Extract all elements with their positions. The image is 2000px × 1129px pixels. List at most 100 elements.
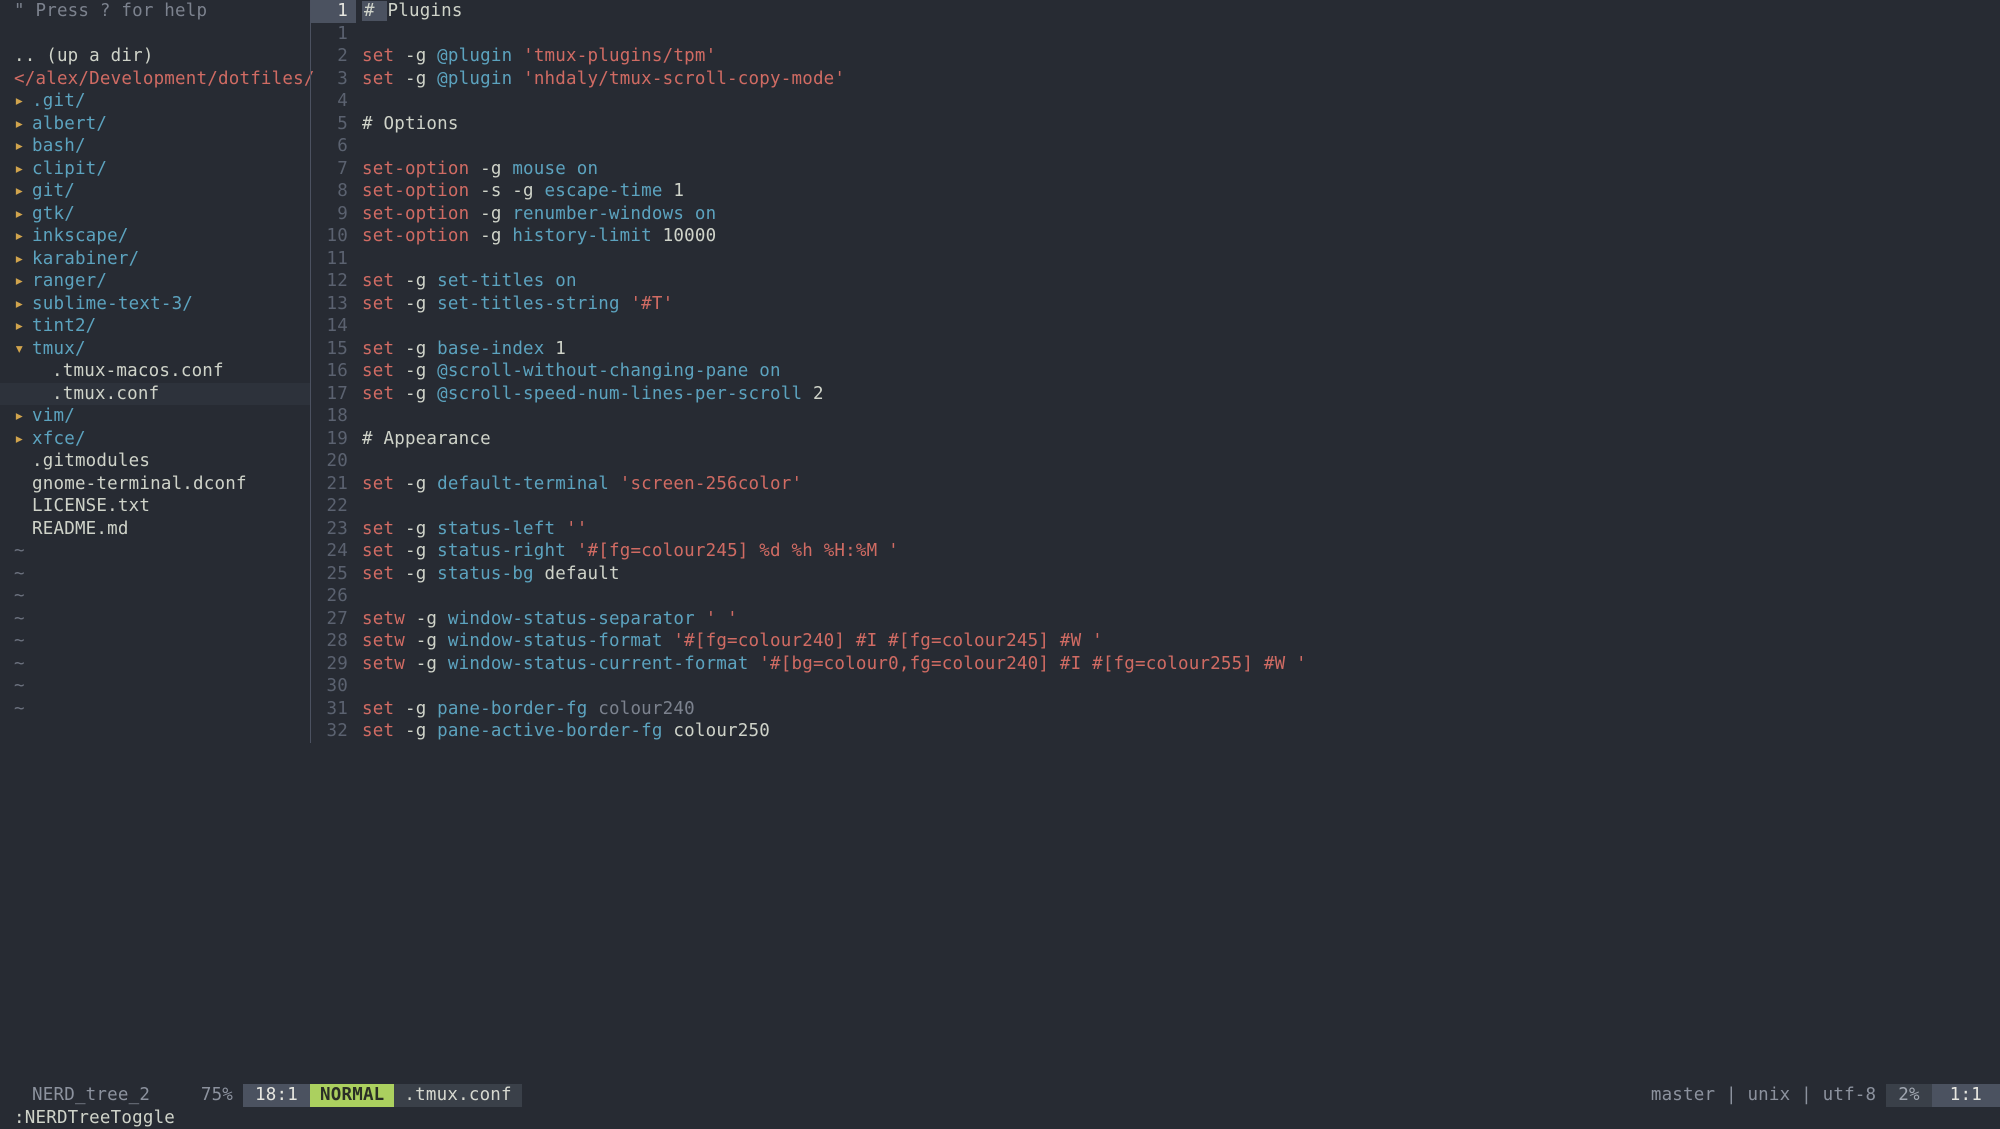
nerdtree-dir[interactable]: ▸vim/ [14, 405, 310, 428]
line-number: 12 [310, 270, 356, 293]
code-line[interactable]: 8set-option -s -g escape-time 1 [310, 180, 2000, 203]
line-number: 2 [310, 45, 356, 68]
line-number: 19 [310, 428, 356, 451]
caret-down-icon: ▾ [14, 338, 26, 361]
code-line[interactable]: 22 [310, 495, 2000, 518]
line-number: 9 [310, 203, 356, 226]
code-line[interactable]: 24set -g status-right '#[fg=colour245] %… [310, 540, 2000, 563]
line-content: set -g status-left '' [362, 518, 588, 541]
nerdtree-entry-name: .git/ [32, 91, 86, 111]
nerdtree-dir[interactable]: ▸tint2/ [14, 315, 310, 338]
code-line[interactable]: 7set-option -g mouse on [310, 158, 2000, 181]
nerdtree-root[interactable]: </alex/Development/dotfiles/ [14, 68, 310, 91]
line-number: 16 [310, 360, 356, 383]
line-number: 31 [310, 698, 356, 721]
line-content: set-option -g mouse on [362, 158, 598, 181]
line-content: set -g @scroll-without-changing-pane on [362, 360, 781, 383]
code-line[interactable]: 32 set -g pane-active-border-fg colour250 [310, 720, 2000, 743]
line-number: 27 [310, 608, 356, 631]
line-number: 24 [310, 540, 356, 563]
line-number: 17 [310, 383, 356, 406]
nerdtree-dir[interactable]: ▸clipit/ [14, 158, 310, 181]
code-line[interactable]: 10set-option -g history-limit 10000 [310, 225, 2000, 248]
line-content: set -g status-bg default [362, 563, 620, 586]
code-line[interactable]: 2set -g @plugin 'tmux-plugins/tpm' [310, 45, 2000, 68]
nerdtree-file[interactable]: ▸.gitmodules [14, 450, 310, 473]
nerdtree-entry-name: git/ [32, 181, 75, 201]
nerdtree-dir[interactable]: ▾tmux/ [14, 338, 310, 361]
line-number: 11 [310, 248, 356, 271]
nerdtree-sidebar[interactable]: " Press ? for help .. (up a dir) </alex/… [0, 0, 310, 1084]
nerdtree-entry-name: gnome-terminal.dconf [32, 474, 247, 494]
nerdtree-dir[interactable]: ▸albert/ [14, 113, 310, 136]
line-content: setw -g window-status-format '#[fg=colou… [362, 630, 1103, 653]
line-content: set-option -s -g escape-time 1 [362, 180, 684, 203]
code-line[interactable]: 1# Plugins [310, 0, 2000, 23]
code-body[interactable]: 1# Plugins12set -g @plugin 'tmux-plugins… [310, 0, 2000, 1084]
line-number: 20 [310, 450, 356, 473]
caret-right-icon: ▸ [14, 248, 26, 271]
code-line[interactable]: 20 [310, 450, 2000, 473]
caret-right-icon: ▸ [14, 428, 26, 451]
nerdtree-dir[interactable]: ▸inkscape/ [14, 225, 310, 248]
nerdtree-file[interactable]: ▸README.md [14, 518, 310, 541]
status-left-percent: 75% [201, 1084, 243, 1107]
nerdtree-dir[interactable]: ▸bash/ [14, 135, 310, 158]
line-content: set-option -g history-limit 10000 [362, 225, 716, 248]
code-line[interactable]: 23 set -g status-left '' [310, 518, 2000, 541]
nerdtree-entry-name: .tmux.conf [52, 384, 159, 404]
code-line[interactable]: 16 set -g @scroll-without-changing-pane o… [310, 360, 2000, 383]
caret-right-icon: ▸ [14, 113, 26, 136]
code-line[interactable]: 9set-option -g renumber-windows on [310, 203, 2000, 226]
caret-right-icon: ▸ [14, 225, 26, 248]
line-content: set -g set-titles on [362, 270, 577, 293]
line-number: 32 [310, 720, 356, 743]
line-number: 23 [310, 518, 356, 541]
code-line[interactable]: 6 [310, 135, 2000, 158]
code-line[interactable]: 18 [310, 405, 2000, 428]
code-line[interactable]: 1 [310, 23, 2000, 46]
nerdtree-file[interactable]: ▸gnome-terminal.dconf [14, 473, 310, 496]
nerdtree-dir[interactable]: ▸ranger/ [14, 270, 310, 293]
line-number: 4 [310, 90, 356, 113]
code-line[interactable]: 4 [310, 90, 2000, 113]
line-content: set -g set-titles-string '#T' [362, 293, 673, 316]
line-number: 6 [310, 135, 356, 158]
code-line[interactable]: 26 [310, 585, 2000, 608]
code-line[interactable]: 28 setw -g window-status-format '#[fg=col… [310, 630, 2000, 653]
code-line[interactable]: 13set -g set-titles-string '#T' [310, 293, 2000, 316]
caret-right-icon: ▸ [14, 158, 26, 181]
nerdtree-file[interactable]: ▸.tmux-macos.conf [14, 360, 310, 383]
nerdtree-file[interactable]: ▸LICENSE.txt [14, 495, 310, 518]
code-line[interactable]: 17set -g @scroll-speed-num-lines-per-scr… [310, 383, 2000, 406]
nerdtree-updir[interactable]: .. (up a dir) [14, 45, 310, 68]
nerdtree-dir[interactable]: ▸xfce/ [14, 428, 310, 451]
nerdtree-dir[interactable]: ▸.git/ [14, 90, 310, 113]
status-right: NORMAL .tmux.conf master | unix | utf-8 … [310, 1084, 2000, 1107]
code-line[interactable]: 15set -g base-index 1 [310, 338, 2000, 361]
code-line[interactable]: 12 set -g set-titles on [310, 270, 2000, 293]
line-content: set -g default-terminal 'screen-256color… [362, 473, 802, 496]
line-number: 28 [310, 630, 356, 653]
code-line[interactable]: 29setw -g window-status-current-format '… [310, 653, 2000, 676]
code-line[interactable]: 25set -g status-bg default [310, 563, 2000, 586]
nerdtree-file[interactable]: ▸.tmux.conf [0, 383, 310, 406]
code-line[interactable]: 5# Options [310, 113, 2000, 136]
code-line[interactable]: 30 [310, 675, 2000, 698]
line-number: 14 [310, 315, 356, 338]
line-content: set -g pane-active-border-fg colour250 [362, 720, 770, 743]
status-pos: 1:1 [1932, 1084, 2000, 1107]
nerdtree-dir[interactable]: ▸sublime-text-3/ [14, 293, 310, 316]
code-line[interactable]: 19# Appearance [310, 428, 2000, 451]
nerdtree-dir[interactable]: ▸git/ [14, 180, 310, 203]
nerdtree-dir[interactable]: ▸karabiner/ [14, 248, 310, 271]
code-line[interactable]: 27setw -g window-status-separator ' ' [310, 608, 2000, 631]
code-line[interactable]: 21set -g default-terminal 'screen-256col… [310, 473, 2000, 496]
code-line[interactable]: 11 [310, 248, 2000, 271]
code-line[interactable]: 3set -g @plugin 'nhdaly/tmux-scroll-copy… [310, 68, 2000, 91]
vim-command-line[interactable]: :NERDTreeToggle [0, 1107, 2000, 1129]
editor-pane[interactable]: 1# Plugins12set -g @plugin 'tmux-plugins… [310, 0, 2000, 1084]
code-line[interactable]: 31set -g pane-border-fg colour240 [310, 698, 2000, 721]
code-line[interactable]: 14 [310, 315, 2000, 338]
nerdtree-dir[interactable]: ▸gtk/ [14, 203, 310, 226]
